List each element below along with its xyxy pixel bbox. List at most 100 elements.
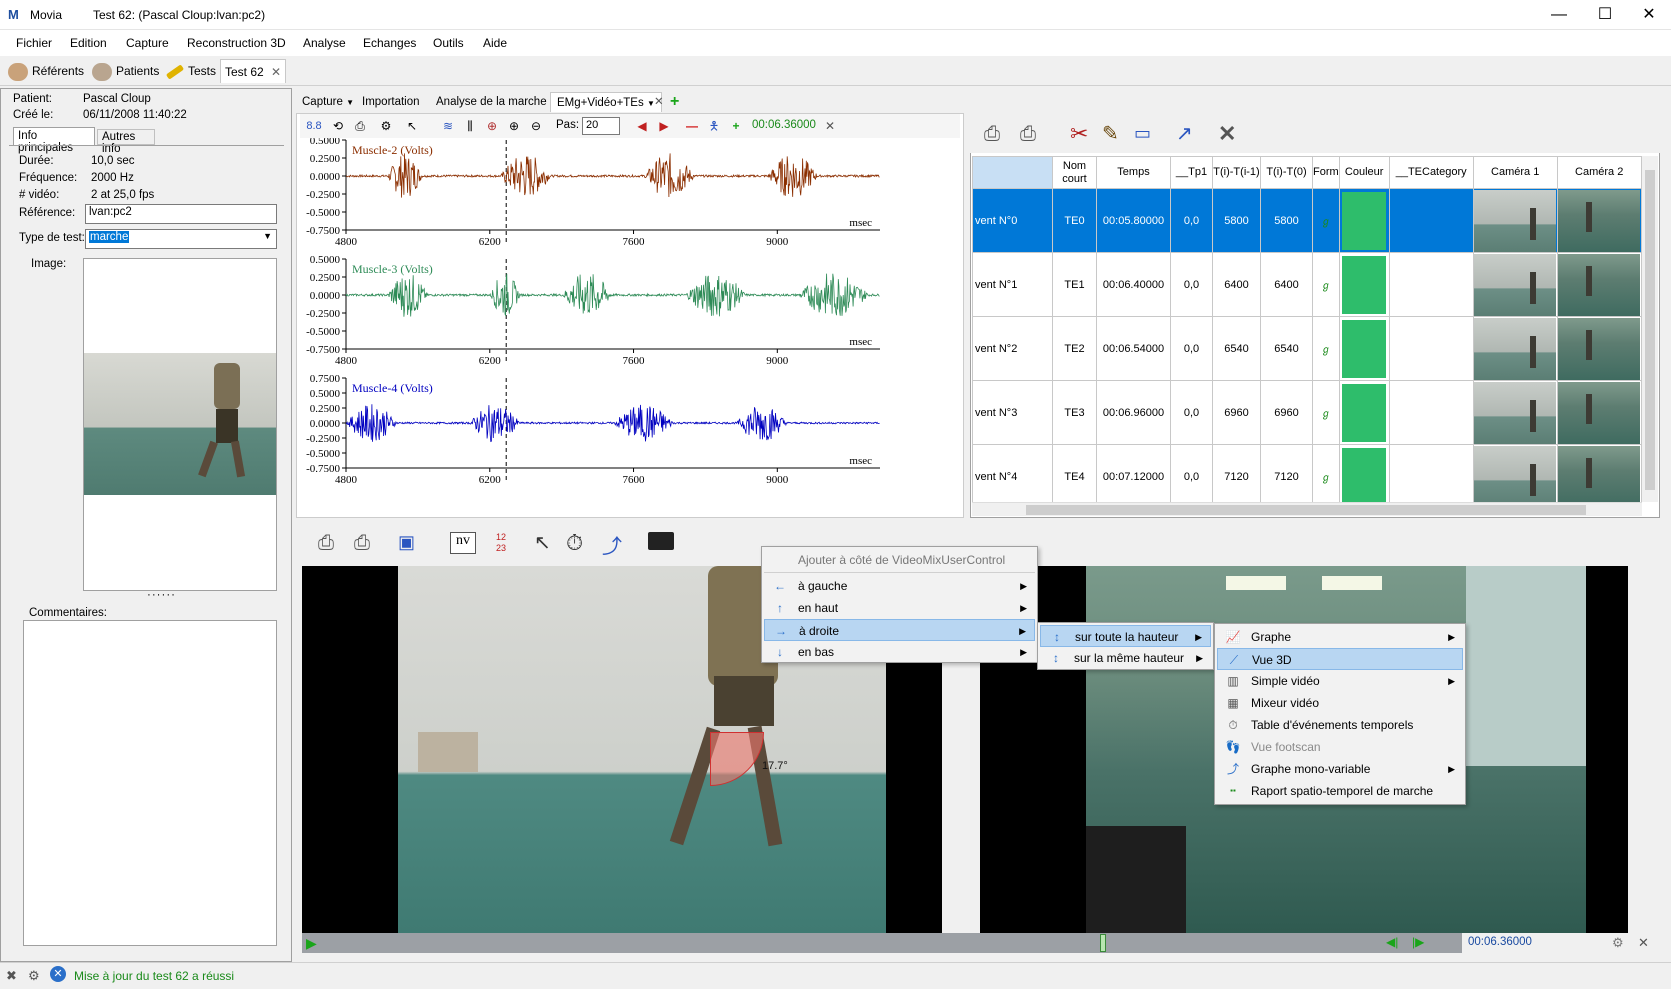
table-cell[interactable]: vent N°3 — [972, 380, 1053, 445]
nv-icon[interactable]: nv — [450, 532, 476, 554]
cut-icon[interactable]: ✂ — [1070, 121, 1088, 147]
film-icon[interactable] — [648, 532, 674, 550]
tab-capture[interactable]: Capture ▼ — [296, 92, 360, 112]
comments-textarea[interactable] — [23, 620, 277, 946]
tab-referents[interactable]: Référents — [8, 59, 84, 83]
walker-icon[interactable]: 🯅 — [706, 118, 722, 134]
menu-capture[interactable]: Capture — [126, 36, 169, 50]
camera-2-thumb[interactable] — [1556, 444, 1642, 509]
col-header-couleur[interactable]: Couleur — [1338, 156, 1390, 189]
tecategory-cell[interactable] — [1388, 316, 1474, 381]
tab-test-62[interactable]: Test 62 ✕ — [220, 59, 287, 83]
add-marker-icon[interactable]: + — [728, 118, 744, 134]
color-cell[interactable] — [1338, 380, 1390, 445]
form-cell[interactable]: ℊ — [1312, 444, 1340, 509]
add-tab-icon[interactable]: + — [664, 92, 685, 112]
tools-icon[interactable]: ✖ — [6, 968, 17, 984]
camera-1-thumb[interactable] — [1472, 380, 1558, 445]
table-cell[interactable]: 6960 — [1260, 380, 1313, 445]
table-cell[interactable]: 00:05.80000 — [1096, 188, 1171, 253]
ctx-raport-spatio[interactable]: ▪▪ Raport spatio-temporel de marche — [1217, 780, 1463, 802]
table-cell[interactable]: 5800 — [1212, 188, 1261, 253]
table-cell[interactable]: 6540 — [1212, 316, 1261, 381]
step-back-icon[interactable]: ◀| — [1386, 935, 1398, 949]
menu-outils[interactable]: Outils — [433, 36, 464, 50]
col-header-ti-t0[interactable]: T(i)-T(0) — [1260, 156, 1313, 189]
camera-2-thumb[interactable] — [1556, 316, 1642, 381]
ctx-bas[interactable]: ↓ en bas ▶ — [764, 641, 1035, 663]
table-cell[interactable]: 0,0 — [1170, 316, 1213, 381]
pas-stepper[interactable]: 20 — [582, 117, 620, 135]
ctx-toute-hauteur[interactable]: ↕ sur toute la hauteur ▶ — [1040, 625, 1211, 647]
ctx-vue-3d[interactable]: ⟋ Vue 3D — [1217, 648, 1463, 670]
play-icon[interactable]: ▶ — [306, 935, 317, 952]
table-cell[interactable]: 6400 — [1212, 252, 1261, 317]
tab-analyse-marche[interactable]: Analyse de la marche — [430, 92, 553, 112]
scrubber-thumb[interactable] — [1100, 934, 1106, 952]
close-tab-icon[interactable]: ✕ — [271, 65, 281, 79]
menu-aide[interactable]: Aide — [483, 36, 507, 50]
signal-icon[interactable]: ≋ — [440, 118, 456, 134]
menu-fichier[interactable]: Fichier — [16, 36, 52, 50]
col-header-tp1[interactable]: __Tp1 — [1170, 156, 1213, 189]
table-row[interactable]: vent N°2 TE2 00:06.54000 0,0 6540 6540 ℊ — [972, 316, 1642, 381]
camera-1-thumb[interactable] — [1472, 444, 1558, 509]
grid-layout-icon[interactable]: 12 23 — [496, 532, 512, 554]
table-vertical-scrollbar[interactable] — [1642, 156, 1658, 502]
close-window-button[interactable]: ✕ — [1626, 0, 1671, 30]
col-header-temps[interactable]: Temps — [1096, 156, 1171, 189]
ctx-graphe-mono[interactable]: ⤴ Graphe mono-variable ▶ — [1217, 758, 1463, 780]
table-cell[interactable]: 0,0 — [1170, 252, 1213, 317]
table-cell[interactable]: 7120 — [1260, 444, 1313, 509]
tecategory-cell[interactable] — [1388, 252, 1474, 317]
col-header-tecategory[interactable]: __TECategory — [1388, 156, 1474, 189]
settings-icon[interactable]: ⚙ — [28, 968, 40, 984]
settings-icon[interactable]: ⚙ — [1612, 935, 1624, 951]
remove-marker-icon[interactable]: — — [684, 118, 700, 134]
tab-info-principales[interactable]: Info principales — [13, 127, 95, 154]
tab-tests[interactable]: Tests — [165, 59, 216, 83]
step-forward-icon[interactable]: |▶ — [1412, 935, 1424, 949]
color-cell[interactable] — [1338, 188, 1390, 253]
table-cell[interactable]: TE0 — [1052, 188, 1097, 253]
print-icon[interactable]: ⎙ — [352, 118, 368, 134]
zoom-fit-icon[interactable]: ⊕ — [484, 118, 500, 134]
emg-charts[interactable]: 0.50000.25000.0000-0.2500-0.5000-0.75004… — [296, 138, 964, 518]
zoom-out-icon[interactable]: ⊖ — [528, 118, 544, 134]
camera-1-thumb[interactable] — [1472, 188, 1558, 253]
cancel-icon[interactable]: ✕ — [50, 966, 66, 982]
table-cell[interactable]: 00:06.54000 — [1096, 316, 1171, 381]
ctx-meme-hauteur[interactable]: ↕ sur la même hauteur ▶ — [1040, 647, 1211, 669]
table-cell[interactable]: 0,0 — [1170, 444, 1213, 509]
table-cell[interactable]: 6960 — [1212, 380, 1261, 445]
tab-autres-info[interactable]: Autres info — [97, 129, 155, 155]
camera-2-thumb[interactable] — [1556, 252, 1642, 317]
minimize-button[interactable]: — — [1536, 0, 1582, 30]
splitter-grip[interactable]: ······ — [147, 589, 176, 601]
table-cell[interactable]: 00:06.40000 — [1096, 252, 1171, 317]
tecategory-cell[interactable] — [1388, 444, 1474, 509]
color-cell[interactable] — [1338, 444, 1390, 509]
menu-reconstruction-3d[interactable]: Reconstruction 3D — [187, 36, 286, 50]
col-header-form[interactable]: Form — [1312, 156, 1340, 189]
table-cell[interactable]: vent N°0 — [972, 188, 1053, 253]
col-header-camera-2[interactable]: Caméra 2 — [1556, 156, 1642, 189]
type-test-select[interactable]: marche ▼ — [85, 229, 277, 249]
table-cell[interactable]: 00:07.12000 — [1096, 444, 1171, 509]
table-cell[interactable]: 6400 — [1260, 252, 1313, 317]
maximize-button[interactable]: ☐ — [1582, 0, 1628, 30]
image-strip-icon[interactable]: ▭ — [1134, 123, 1151, 144]
col-header-nom-court[interactable]: Nom court — [1052, 156, 1097, 189]
event-table[interactable]: Nom court Temps __Tp1 T(i)-T(i-1) T(i)-T… — [972, 156, 1642, 509]
trajectory-icon[interactable]: ⤴ — [602, 530, 622, 559]
columns-icon[interactable]: ⫼ — [462, 118, 478, 134]
delete-icon[interactable]: ✕ — [1218, 121, 1236, 147]
menu-edition[interactable]: Edition — [70, 36, 107, 50]
table-cell[interactable]: TE2 — [1052, 316, 1097, 381]
color-cell[interactable] — [1338, 252, 1390, 317]
reference-input[interactable]: lvan:pc2 — [85, 204, 277, 224]
tecategory-cell[interactable] — [1388, 380, 1474, 445]
camera-1-thumb[interactable] — [1472, 252, 1558, 317]
form-cell[interactable]: ℊ — [1312, 188, 1340, 253]
camera-2-thumb[interactable] — [1556, 188, 1642, 253]
